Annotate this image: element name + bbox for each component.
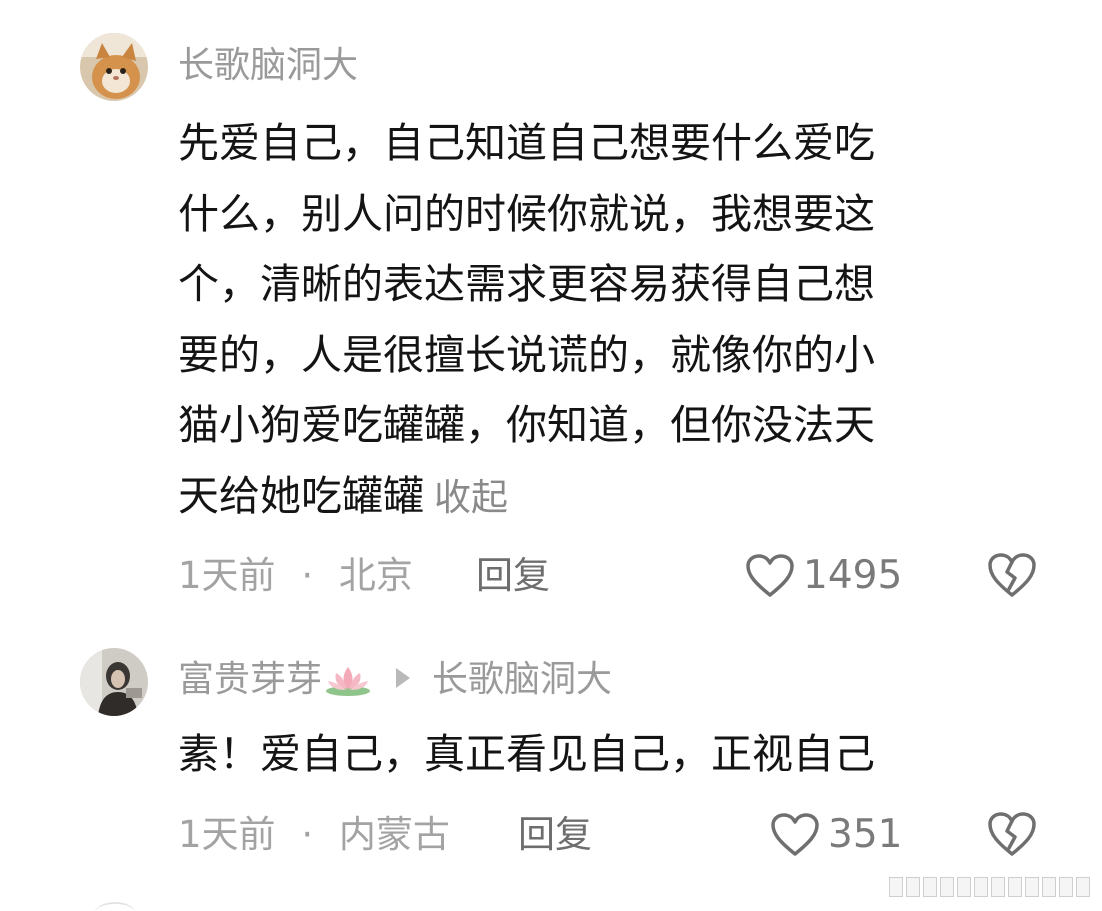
comment-body: 素！爱自己，真正看见自己，正视自己 bbox=[178, 719, 1028, 790]
comment-meta: 1天前 · 内蒙古 bbox=[178, 813, 450, 857]
heart-outline-icon bbox=[746, 554, 794, 597]
comment-meta: 1天前 · 北京 bbox=[178, 554, 413, 598]
comment-text-line: 天给她吃罐罐 bbox=[178, 471, 424, 520]
like-button[interactable]: 1495 bbox=[745, 551, 902, 601]
lotus-emoji-icon bbox=[326, 667, 371, 696]
comment-thread: 长歌脑洞大 先爱自己，自己知道自己想要什么爱吃 什么，别人问的时候你就说，我想要… bbox=[0, 0, 1102, 911]
reply-header: 富贵芽芽 长歌脑洞大 bbox=[178, 658, 612, 702]
next-comment-avatar-edge bbox=[95, 902, 135, 911]
dislike-button[interactable] bbox=[986, 551, 1038, 599]
comment-text-line: 要的，人是很擅长说谎的，就像你的小 bbox=[178, 330, 875, 379]
meta-separator: · bbox=[301, 813, 314, 856]
comment-text-line: 素！爱自己，真正看见自己，正视自己 bbox=[178, 730, 875, 778]
comment-location: 北京 bbox=[338, 554, 413, 597]
comment-time: 1天前 bbox=[178, 554, 276, 597]
reply-button[interactable]: 回复 bbox=[518, 813, 592, 857]
comment-text-line: 个，清晰的表达需求更容易获得自己想 bbox=[178, 260, 875, 308]
like-count: 1495 bbox=[803, 553, 903, 598]
reply-to-username[interactable]: 长歌脑洞大 bbox=[432, 659, 612, 700]
reply-button[interactable]: 回复 bbox=[476, 554, 550, 598]
comment-body: 先爱自己，自己知道自己想要什么爱吃 什么，别人问的时候你就说，我想要这 个，清晰… bbox=[178, 108, 1028, 533]
meta-separator: · bbox=[301, 554, 314, 597]
broken-heart-icon bbox=[988, 553, 1036, 597]
collapse-button[interactable]: 收起 bbox=[434, 476, 508, 519]
comment-text-line: 先爱自己，自己知道自己想要什么爱吃 bbox=[178, 119, 875, 167]
comment-text-line: 什么，别人问的时候你就说，我想要这 bbox=[178, 189, 875, 238]
play-triangle-icon bbox=[396, 668, 411, 688]
comment-username[interactable]: 富贵芽芽 bbox=[178, 659, 322, 700]
watermark-blocks bbox=[889, 877, 1090, 897]
heart-outline-icon bbox=[771, 813, 819, 856]
like-count: 351 bbox=[828, 812, 903, 857]
comment-text-last-line: 天给她吃罐罐 收起 bbox=[178, 461, 1028, 534]
dislike-button[interactable] bbox=[986, 810, 1038, 858]
person-avatar-image bbox=[80, 648, 148, 716]
cat-avatar-image bbox=[80, 33, 148, 101]
comment-text-line: 猫小狗爱吃罐罐，你知道，但你没法天 bbox=[178, 401, 875, 449]
comment-username[interactable]: 长歌脑洞大 bbox=[178, 44, 358, 88]
avatar[interactable] bbox=[80, 33, 148, 101]
comment-location: 内蒙古 bbox=[338, 813, 450, 856]
comment-time: 1天前 bbox=[178, 813, 276, 856]
broken-heart-icon bbox=[988, 812, 1036, 856]
like-button[interactable]: 351 bbox=[770, 810, 902, 860]
avatar[interactable] bbox=[80, 648, 148, 716]
